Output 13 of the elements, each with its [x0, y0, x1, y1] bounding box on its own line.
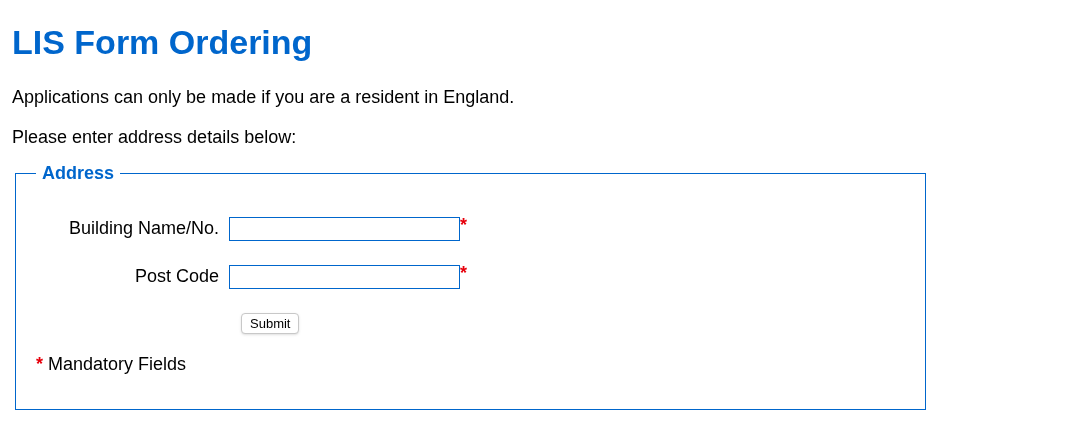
fieldset-legend: Address — [36, 160, 121, 187]
page-title: LIS Form Ordering — [12, 22, 313, 62]
intro-text: Applications can only be made if you are a resident in England. — [12, 86, 515, 108]
required-mark: * — [460, 217, 467, 233]
field-label: Post Code — [133, 265, 220, 287]
field-label: Building Name/No. — [67, 217, 220, 239]
required-mark: * — [460, 265, 467, 281]
text-field[interactable] — [229, 265, 460, 289]
intro-text: Please enter address details below: — [12, 126, 297, 148]
submit-button[interactable]: Submit — [241, 313, 300, 334]
text-field[interactable] — [229, 217, 460, 241]
mandatory-note: Mandatory Fields — [48, 353, 187, 376]
required-mark: * — [36, 353, 43, 376]
